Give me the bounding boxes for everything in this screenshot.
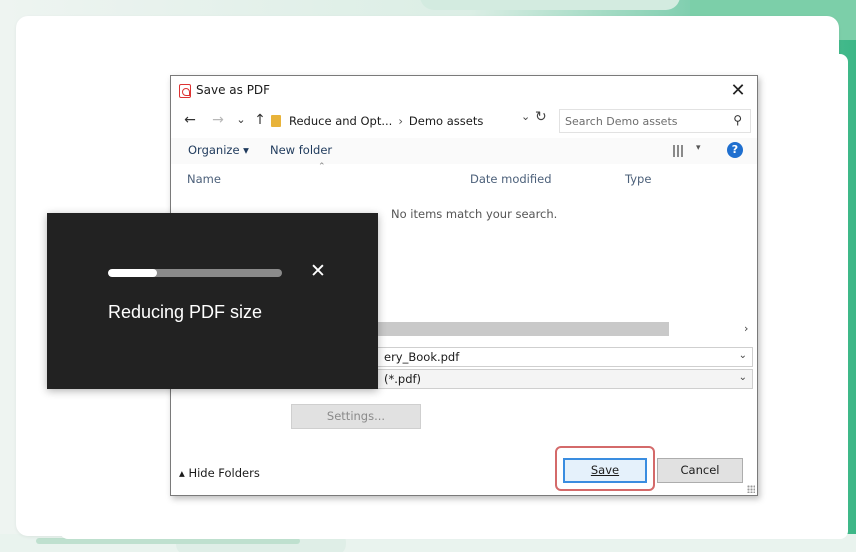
chevron-down-icon[interactable]: ⌄	[739, 350, 747, 361]
chevron-down-icon[interactable]: ⌄	[739, 372, 747, 383]
address-dropdown-icon[interactable]: ⌄	[521, 110, 530, 123]
column-header-date[interactable]: Date modified	[470, 172, 552, 186]
chevron-right-icon: ›	[398, 114, 403, 128]
search-placeholder: Search Demo assets	[565, 115, 678, 128]
settings-button[interactable]: Settings...	[291, 404, 421, 429]
dialog-title: Save as PDF	[196, 83, 271, 97]
recent-locations-icon[interactable]: ⌄	[232, 110, 250, 130]
acrobat-icon	[179, 84, 191, 98]
save-as-type-select[interactable]: (*.pdf) ⌄	[377, 369, 753, 389]
file-name-field[interactable]: ery_Book.pdf ⌄	[377, 347, 753, 367]
resize-grip[interactable]	[747, 485, 755, 493]
progress-label: Reducing PDF size	[108, 302, 263, 322]
folder-icon	[271, 115, 281, 127]
dialog-toolbar: Organize ▾ New folder ▾ ?	[171, 138, 757, 164]
close-icon[interactable]: ✕	[308, 261, 328, 283]
back-arrow-icon[interactable]: ←	[181, 110, 199, 130]
background-shape	[420, 0, 680, 10]
breadcrumb-item[interactable]: Reduce and Opt...	[289, 114, 392, 128]
chevron-up-icon: ▴	[179, 466, 185, 480]
view-dropdown-icon[interactable]: ▾	[696, 143, 701, 153]
hide-folders-label: Hide Folders	[188, 466, 260, 480]
column-header-name[interactable]: Name	[187, 172, 221, 186]
sort-caret-icon: ⌃	[318, 162, 326, 172]
file-name-value: ery_Book.pdf	[384, 350, 460, 364]
forward-arrow-icon[interactable]: →	[209, 110, 227, 130]
close-icon[interactable]: ✕	[727, 80, 749, 102]
search-icon: ⚲	[733, 113, 742, 127]
address-bar[interactable]: Reduce and Opt... › Demo assets	[271, 109, 547, 133]
scroll-right-icon[interactable]: ›	[744, 322, 748, 335]
refresh-icon[interactable]: ↻	[535, 109, 547, 125]
search-input[interactable]: Search Demo assets ⚲	[559, 109, 751, 133]
view-options-icon[interactable]	[673, 145, 685, 157]
progress-fill	[108, 269, 157, 277]
save-button[interactable]: Save	[563, 458, 647, 483]
help-icon[interactable]: ?	[727, 142, 743, 158]
file-type-value: (*.pdf)	[384, 372, 422, 386]
column-header-type[interactable]: Type	[625, 172, 651, 186]
new-folder-button[interactable]: New folder	[270, 143, 332, 157]
organize-button[interactable]: Organize ▾	[188, 143, 249, 157]
progress-bar	[108, 269, 282, 277]
dialog-titlebar: Save as PDF ✕	[171, 76, 757, 106]
address-row: ← → ⌄ ↑ Reduce and Opt... › Demo assets …	[171, 108, 757, 134]
progress-panel: ✕ Reducing PDF size	[47, 213, 378, 389]
hide-folders-button[interactable]: ▴ Hide Folders	[179, 466, 260, 480]
horizontal-scrollbar[interactable]	[377, 322, 669, 336]
up-arrow-icon[interactable]: ↑	[251, 110, 269, 130]
cancel-button[interactable]: Cancel	[657, 458, 743, 483]
empty-message: No items match your search.	[391, 207, 558, 221]
breadcrumb-item[interactable]: Demo assets	[409, 114, 483, 128]
